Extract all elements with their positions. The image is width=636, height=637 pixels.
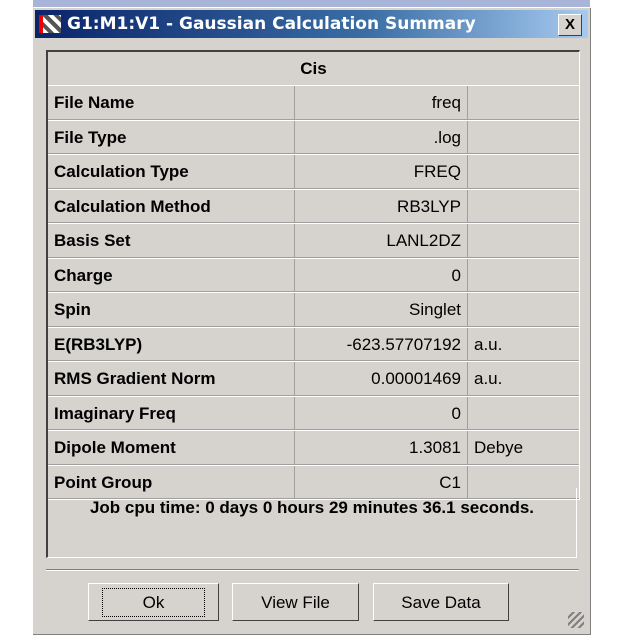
row-value: 0 (295, 258, 468, 292)
table-row: Charge 0 (48, 258, 579, 293)
row-unit (468, 397, 579, 431)
table-row: Spin Singlet (48, 293, 579, 328)
row-unit (468, 190, 579, 224)
row-unit: Debye (474, 438, 524, 457)
table-row: File Name freq (48, 86, 579, 121)
row-value: FREQ (295, 155, 468, 189)
title-bar[interactable]: G1:M1:V1 - Gaussian Calculation Summary … (35, 10, 588, 38)
table-row: Basis Set LANL2DZ (48, 224, 579, 259)
ok-label: Ok (101, 588, 206, 617)
summary-table: Cis File Name freq File Type .log Calculatio… (46, 50, 580, 500)
table-row: Dipole Moment 1.3081 Debye (48, 431, 579, 466)
row-label: File Name (48, 86, 295, 120)
row-unit: a.u. (474, 334, 503, 354)
background-window-strip (33, 0, 590, 7)
cpu-time-text: Job cpu time: 0 days 0 hours 29 minutes … (46, 488, 577, 558)
row-label: Calculation Method (48, 189, 295, 223)
table-row: File Type .log (48, 120, 579, 155)
row-value: 1.3081 (295, 431, 468, 465)
row-label: E(RB3LYP) (48, 327, 295, 361)
row-unit (468, 121, 579, 155)
row-value: -623.57707192 (295, 327, 468, 361)
table-row: Calculation Type FREQ (48, 155, 579, 190)
row-unit (468, 259, 579, 293)
ok-button[interactable]: Ok (88, 583, 219, 621)
resize-grip-icon[interactable] (568, 612, 584, 628)
row-label: Charge (48, 258, 295, 292)
table-row: Calculation Method RB3LYP (48, 189, 579, 224)
app-icon (39, 15, 61, 33)
row-value: LANL2DZ (295, 224, 468, 258)
row-value: Singlet (295, 293, 468, 327)
table-row: Imaginary Freq 0 (48, 396, 579, 431)
row-unit (468, 155, 579, 189)
row-label: Basis Set (48, 224, 295, 258)
close-button[interactable]: X (558, 14, 582, 36)
row-label: RMS Gradient Norm (48, 362, 295, 396)
row-value: 0 (295, 396, 468, 430)
row-label: Dipole Moment (48, 431, 295, 465)
row-label: Calculation Type (48, 155, 295, 189)
row-value: freq (295, 86, 468, 120)
row-unit (468, 224, 579, 258)
row-value: RB3LYP (295, 189, 468, 223)
row-value: 0.00001469 (295, 362, 468, 396)
row-label: Imaginary Freq (48, 396, 295, 430)
row-label: File Type (48, 120, 295, 154)
window-title: G1:M1:V1 - Gaussian Calculation Summary (67, 14, 476, 34)
table-row: RMS Gradient Norm 0.00001469 a.u. (48, 362, 579, 397)
view-file-button[interactable]: View File (232, 583, 359, 621)
row-unit (468, 293, 579, 327)
row-label: Spin (48, 293, 295, 327)
row-unit: a.u. (474, 369, 503, 388)
row-value: .log (295, 120, 468, 154)
divider (46, 569, 579, 571)
save-data-button[interactable]: Save Data (373, 583, 509, 621)
table-header: Cis (48, 52, 579, 86)
row-unit (468, 86, 579, 120)
table-row: E(RB3LYP) -623.57707192 a.u. (48, 327, 579, 362)
summary-dialog: G1:M1:V1 - Gaussian Calculation Summary … (33, 8, 591, 635)
